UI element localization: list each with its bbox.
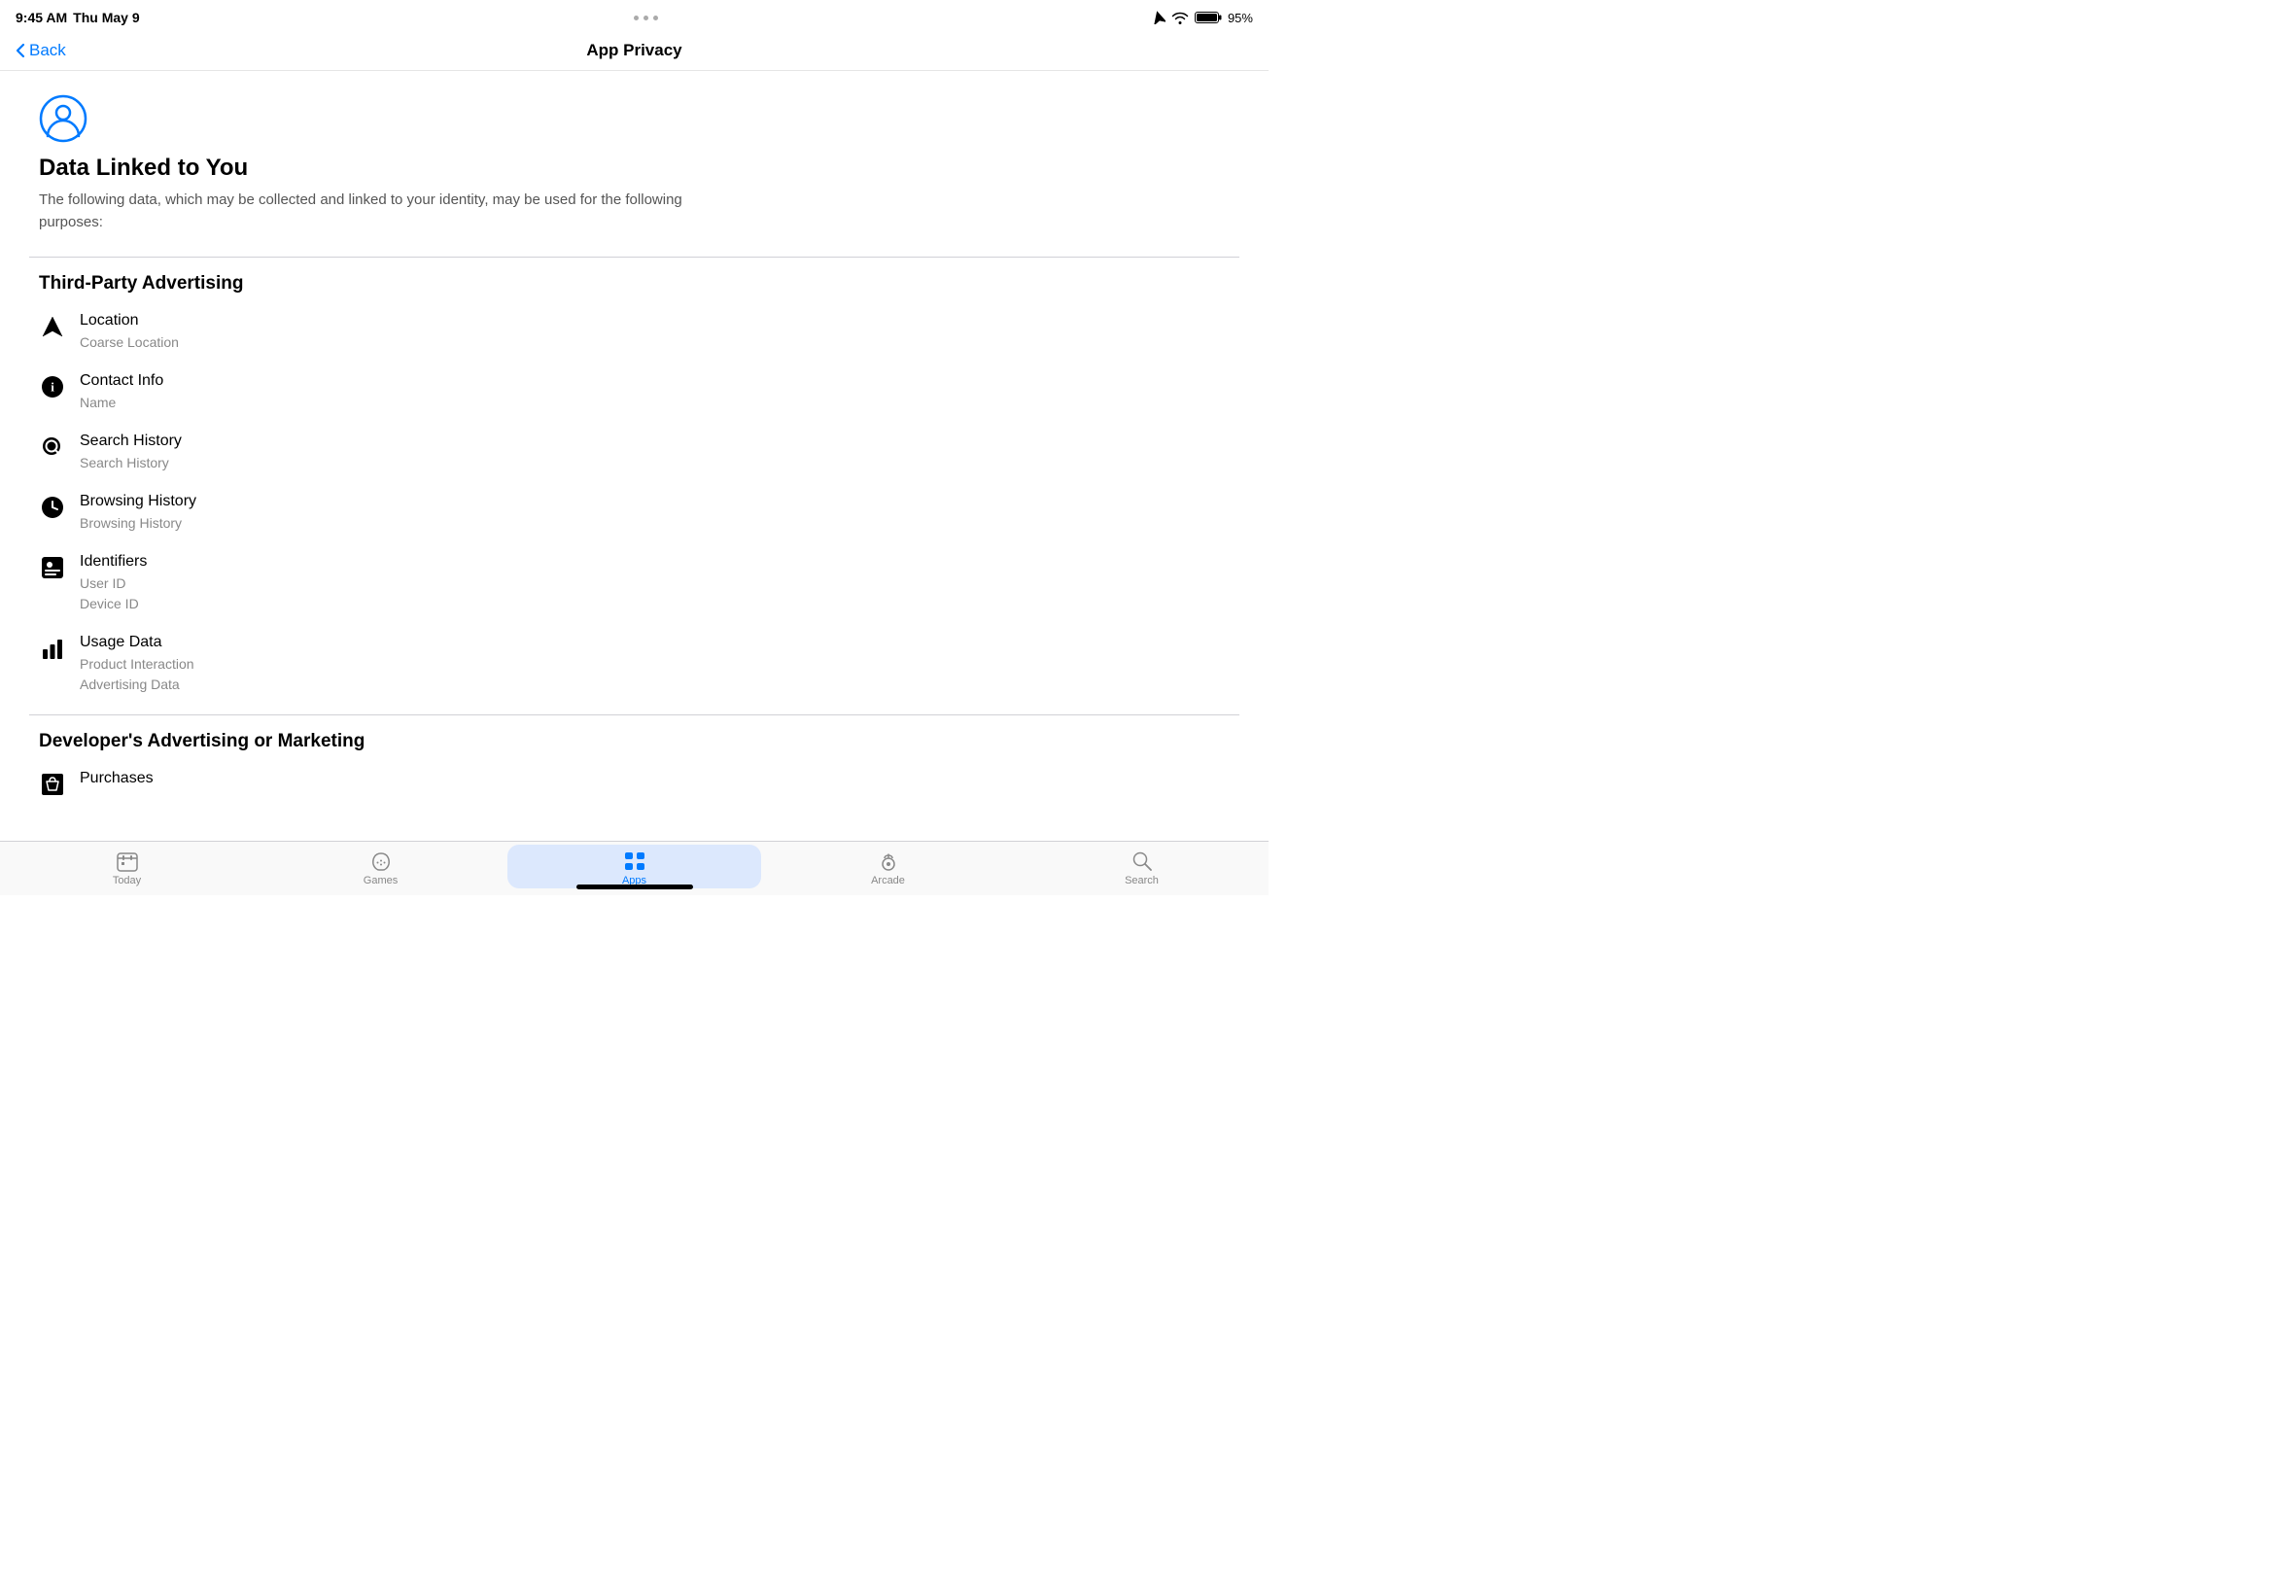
back-button[interactable]: Back <box>16 41 66 60</box>
search-history-sub: Search History <box>80 453 182 473</box>
usage-data-sub: Product Interaction Advertising Data <box>80 654 194 695</box>
divider-1 <box>29 257 1239 258</box>
location-status-icon <box>1152 11 1165 24</box>
status-date: Thu May 9 <box>73 10 139 25</box>
identifiers-label: Identifiers <box>80 553 147 571</box>
purchases-icon <box>39 771 66 798</box>
identifiers-sub: User ID Device ID <box>80 573 147 614</box>
main-content: Data Linked to You The following data, w… <box>0 71 1269 824</box>
arcade-icon <box>878 850 899 872</box>
status-right: 95% <box>1152 11 1253 25</box>
back-chevron-icon <box>16 43 25 58</box>
location-sub: Coarse Location <box>80 332 179 353</box>
svg-text:i: i <box>51 380 54 395</box>
item-purchases: Purchases <box>29 770 1239 798</box>
tab-search-label: Search <box>1125 875 1159 886</box>
tab-apps[interactable]: Apps <box>507 845 761 888</box>
divider-2 <box>29 714 1239 715</box>
location-icon <box>39 313 66 340</box>
contact-info-icon: i <box>39 373 66 400</box>
home-indicator <box>576 885 693 889</box>
search-tab-icon <box>1131 850 1153 872</box>
dot1 <box>634 16 639 20</box>
item-identifiers: Identifiers User ID Device ID <box>29 553 1239 614</box>
tab-today[interactable]: Today <box>0 845 254 888</box>
usage-data-icon <box>39 635 66 662</box>
battery-icon <box>1195 11 1222 24</box>
wifi-icon <box>1171 11 1189 24</box>
status-bar: 9:45 AM Thu May 9 95% <box>0 0 1269 35</box>
tab-games[interactable]: Games <box>254 845 507 888</box>
contact-sub: Name <box>80 393 163 413</box>
status-time: 9:45 AM <box>16 10 67 25</box>
nav-bar: Back App Privacy <box>0 35 1269 71</box>
search-history-icon <box>39 434 66 461</box>
contact-label: Contact Info <box>80 372 163 390</box>
item-location: Location Coarse Location <box>29 312 1239 353</box>
identifiers-icon <box>39 554 66 581</box>
apps-icon <box>623 850 646 872</box>
dot2 <box>644 16 648 20</box>
purchases-label: Purchases <box>80 770 154 787</box>
battery-level: 95% <box>1228 11 1253 25</box>
section-title-third-party: Third-Party Advertising <box>29 273 1239 295</box>
status-center <box>634 16 658 20</box>
tab-today-label: Today <box>113 875 141 886</box>
location-label: Location <box>80 312 179 330</box>
tab-arcade[interactable]: Arcade <box>761 845 1015 888</box>
search-history-label: Search History <box>80 433 182 450</box>
games-icon <box>370 850 392 872</box>
section-dev-advertising: Developer's Advertising or Marketing Pur… <box>29 731 1239 798</box>
browsing-history-label: Browsing History <box>80 493 196 510</box>
header-section: Data Linked to You The following data, w… <box>29 94 1239 233</box>
tab-arcade-label: Arcade <box>871 875 905 886</box>
browsing-history-sub: Browsing History <box>80 513 196 534</box>
back-label: Back <box>29 41 66 60</box>
item-search-history: Search History Search History <box>29 433 1239 473</box>
header-description: The following data, which may be collect… <box>39 190 719 233</box>
item-usage-data: Usage Data Product Interaction Advertisi… <box>29 634 1239 695</box>
usage-data-label: Usage Data <box>80 634 194 651</box>
header-title: Data Linked to You <box>39 155 248 182</box>
today-icon <box>117 850 138 872</box>
tab-search[interactable]: Search <box>1015 845 1269 888</box>
item-contact: i Contact Info Name <box>29 372 1239 413</box>
nav-title: App Privacy <box>586 41 681 60</box>
browsing-history-icon <box>39 494 66 521</box>
section-third-party: Third-Party Advertising Location Coarse … <box>29 273 1239 695</box>
item-browsing-history: Browsing History Browsing History <box>29 493 1239 534</box>
tab-games-label: Games <box>364 875 398 886</box>
dot3 <box>653 16 658 20</box>
avatar-icon <box>39 94 87 143</box>
section-title-dev: Developer's Advertising or Marketing <box>29 731 1239 752</box>
